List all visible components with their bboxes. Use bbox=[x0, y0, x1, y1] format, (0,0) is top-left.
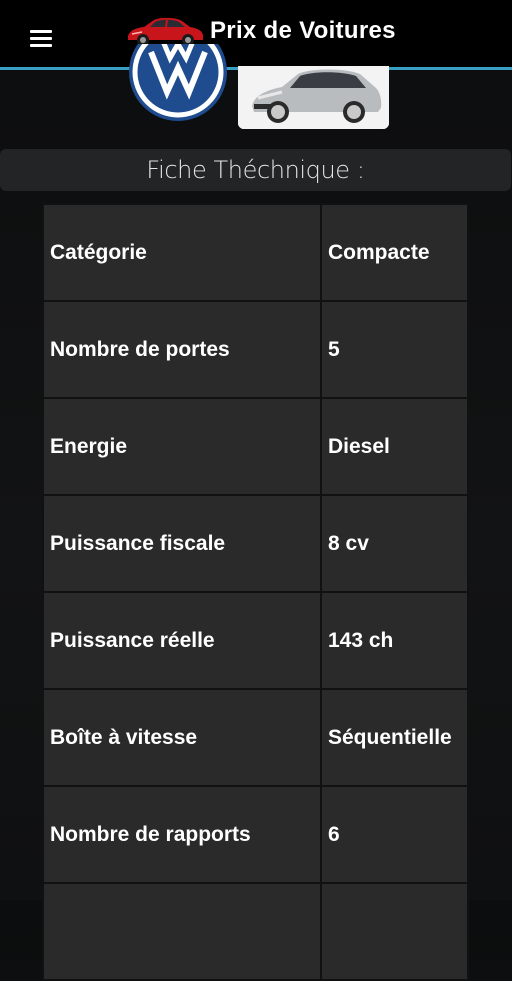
app-title: Prix de Voitures bbox=[210, 17, 396, 44]
spec-label: Puissance fiscale bbox=[44, 496, 320, 591]
table-row: Catégorie Compacte bbox=[44, 205, 467, 300]
spec-label: Catégorie bbox=[44, 205, 320, 300]
spec-value: 5 bbox=[322, 302, 467, 397]
spec-value: Compacte bbox=[322, 205, 467, 300]
car-photo bbox=[238, 66, 389, 129]
spec-value: Séquentielle bbox=[322, 690, 467, 785]
spec-label: Energie bbox=[44, 399, 320, 494]
section-header: Fiche Théchnique : bbox=[0, 149, 511, 191]
spec-label bbox=[44, 884, 320, 979]
volkswagen-logo-icon bbox=[128, 44, 228, 124]
spec-value: 6 bbox=[322, 787, 467, 882]
spec-label: Nombre de portes bbox=[44, 302, 320, 397]
hamburger-menu-icon[interactable] bbox=[30, 30, 52, 48]
spec-value: 8 cv bbox=[322, 496, 467, 591]
section-title: Fiche Théchnique : bbox=[146, 156, 365, 184]
spec-label: Boîte à vitesse bbox=[44, 690, 320, 785]
table-row: Nombre de rapports 6 bbox=[44, 787, 467, 882]
table-row: Nombre de portes 5 bbox=[44, 302, 467, 397]
spec-value: Diesel bbox=[322, 399, 467, 494]
spec-value: 143 ch bbox=[322, 593, 467, 688]
spec-table: Catégorie Compacte Nombre de portes 5 En… bbox=[42, 203, 469, 981]
table-row: Puissance réelle 143 ch bbox=[44, 593, 467, 688]
table-row: Puissance fiscale 8 cv bbox=[44, 496, 467, 591]
table-row: Energie Diesel bbox=[44, 399, 467, 494]
spec-label: Nombre de rapports bbox=[44, 787, 320, 882]
spec-label: Puissance réelle bbox=[44, 593, 320, 688]
table-row: Boîte à vitesse Séquentielle bbox=[44, 690, 467, 785]
spec-value bbox=[322, 884, 467, 979]
table-row bbox=[44, 884, 467, 979]
app-bar: Prix de Voitures bbox=[0, 0, 512, 70]
